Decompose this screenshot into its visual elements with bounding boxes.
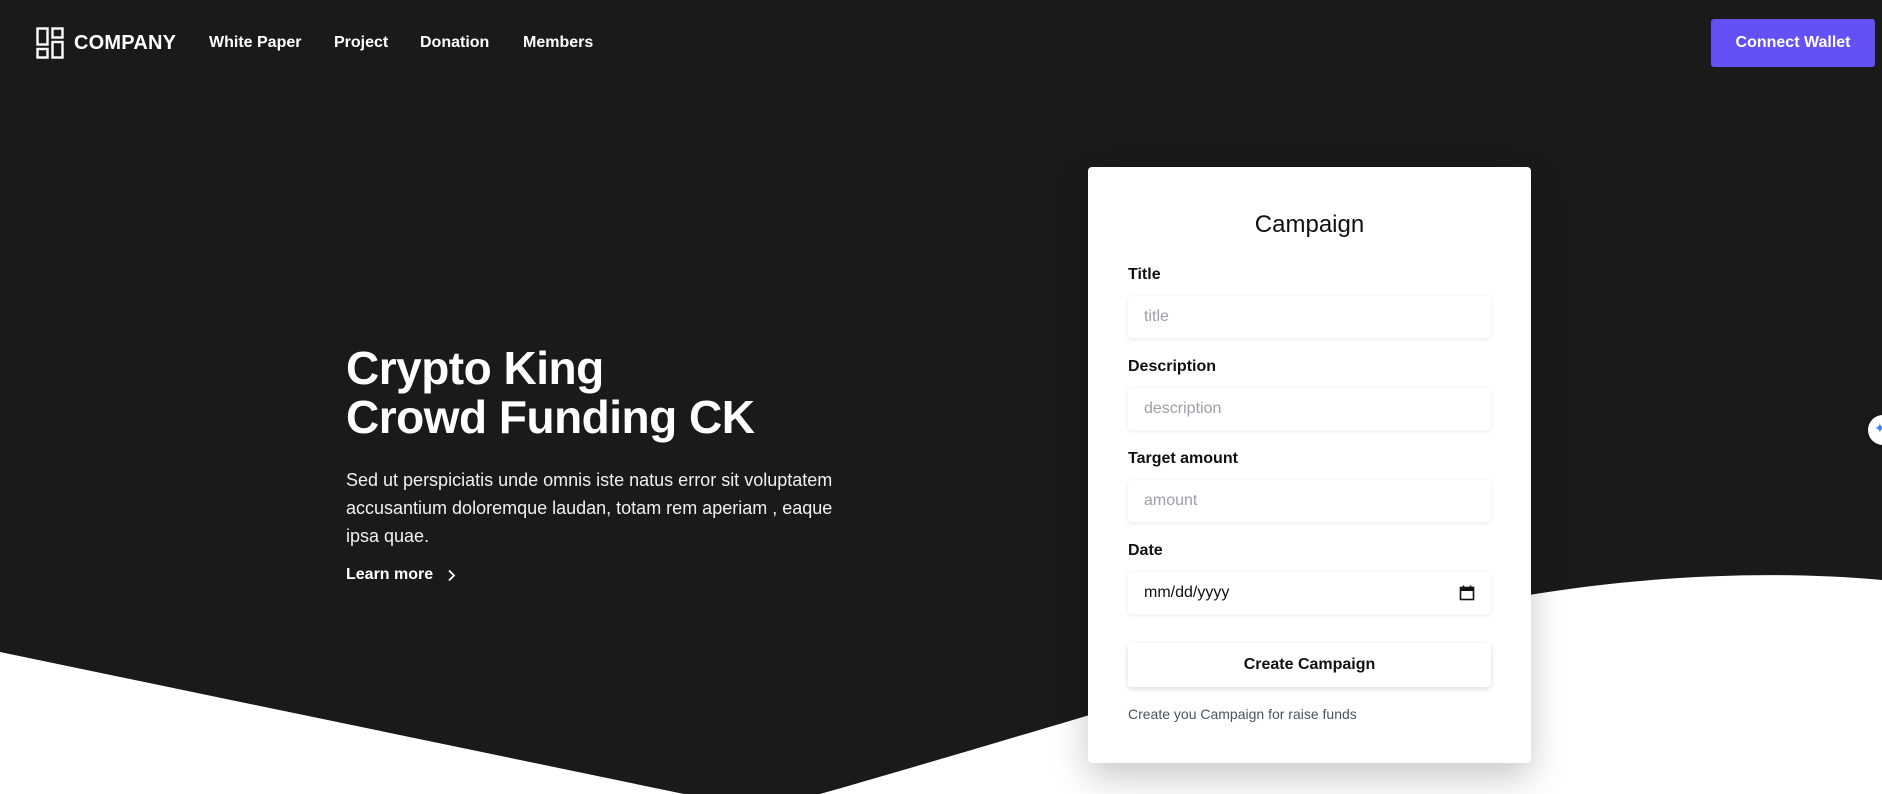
connect-wallet-button[interactable]: Connect Wallet xyxy=(1711,19,1875,67)
create-campaign-button[interactable]: Create Campaign xyxy=(1128,643,1491,687)
hero-background xyxy=(0,0,1882,794)
form-heading: Campaign xyxy=(1254,211,1365,238)
description-input[interactable] xyxy=(1128,388,1491,430)
date-input[interactable]: mm/dd/yyyy xyxy=(1128,572,1491,614)
nav-link-project[interactable]: Project xyxy=(334,34,388,52)
date-label: Date xyxy=(1128,542,1163,559)
campaign-form-card: Campaign Title Description Target amount… xyxy=(1088,167,1531,763)
title-label: Title xyxy=(1128,266,1161,283)
widget-icon: ✦ xyxy=(1874,420,1882,436)
nav-link-members[interactable]: Members xyxy=(523,34,593,52)
hero-description: Sed ut perspiciatis unde omnis iste natu… xyxy=(346,470,833,546)
calendar-icon[interactable] xyxy=(1459,585,1475,601)
learn-more-label: Learn more xyxy=(346,566,434,583)
hero-title-line-2: Crowd Funding CK xyxy=(346,391,755,443)
amount-input[interactable] xyxy=(1128,480,1491,522)
description-label: Description xyxy=(1128,358,1217,375)
hero-title: Crypto King Crowd Funding CK xyxy=(346,344,856,442)
company-logo-icon[interactable] xyxy=(36,27,64,59)
nav-link-donation[interactable]: Donation xyxy=(420,34,489,52)
hero-title-line-1: Crypto King xyxy=(346,342,604,394)
brand-name[interactable]: COMPANY xyxy=(74,32,176,55)
hero-section: Crypto King Crowd Funding CK Sed ut pers… xyxy=(346,344,856,584)
date-placeholder: mm/dd/yyyy xyxy=(1144,584,1230,601)
top-navbar: COMPANY White Paper Project Donation Mem… xyxy=(0,0,1882,86)
chevron-right-icon xyxy=(448,569,456,581)
nav-link-white-paper[interactable]: White Paper xyxy=(209,34,301,52)
learn-more-link[interactable]: Learn more xyxy=(346,566,456,584)
form-helper-text: Create you Campaign for raise funds xyxy=(1128,706,1357,722)
title-input[interactable] xyxy=(1128,296,1491,338)
target-amount-label: Target amount xyxy=(1128,450,1238,467)
